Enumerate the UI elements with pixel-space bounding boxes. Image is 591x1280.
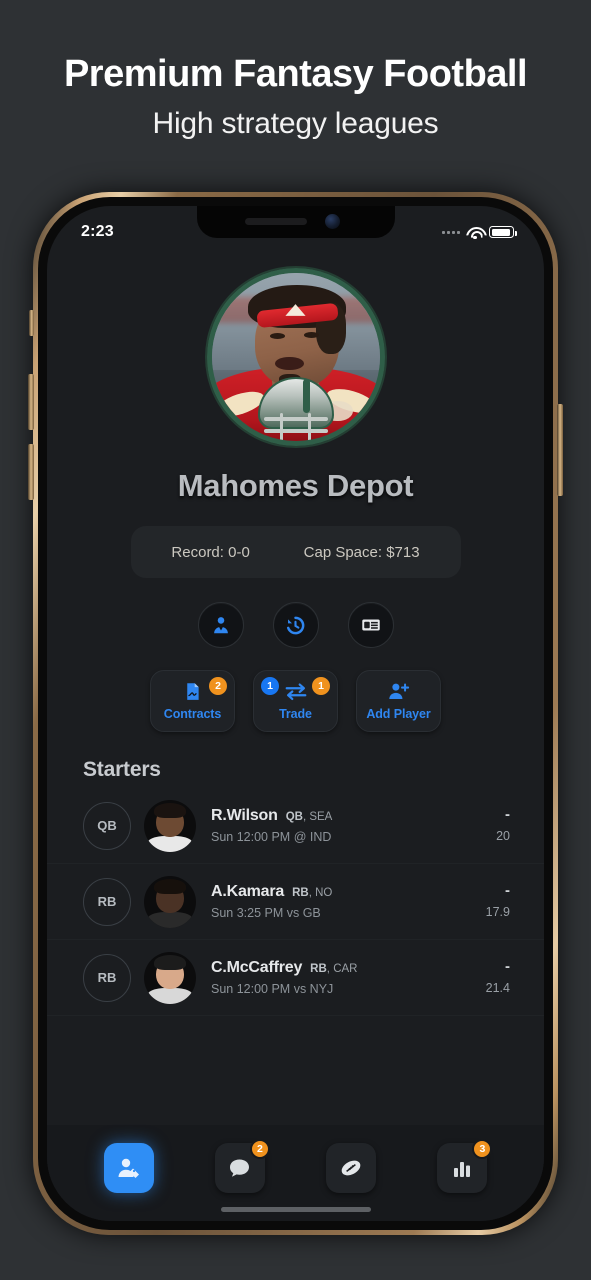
chat-badge: 2 xyxy=(249,1139,270,1159)
player-photo xyxy=(144,951,196,1004)
player-photo xyxy=(144,799,196,852)
add-player-icon xyxy=(389,683,410,699)
wifi-icon xyxy=(466,226,483,239)
promo-subtitle: High strategy leagues xyxy=(152,106,439,140)
bar-chart-icon xyxy=(454,1162,471,1177)
starters-list: QB R.Wilson QB, SEA Sun 12:00 PM @ IND -… xyxy=(47,788,544,1016)
position-badge: QB xyxy=(83,801,131,850)
player-points: - xyxy=(505,881,510,899)
player-pos-team: QB, SEA xyxy=(285,811,333,823)
trade-arrows-icon xyxy=(285,683,306,701)
avatar-container xyxy=(47,268,544,446)
contracts-button[interactable]: 2 Contracts xyxy=(150,670,235,732)
promo-title: Premium Fantasy Football xyxy=(63,53,528,95)
action-buttons-row: 2 Contracts 1 1 Trade Add Player xyxy=(47,670,544,732)
history-icon xyxy=(286,616,305,634)
battery-icon xyxy=(489,226,517,238)
team-avatar[interactable] xyxy=(206,268,385,446)
team-name: Mahomes Depot xyxy=(177,468,414,503)
power-button[interactable] xyxy=(557,404,563,496)
player-name: C.McCaffrey xyxy=(211,959,303,976)
contracts-label: Contracts xyxy=(163,707,222,721)
player-game: Sun 3:25 PM vs GB xyxy=(211,906,321,920)
stats-badge: 3 xyxy=(472,1139,493,1159)
stats-tab[interactable]: 3 xyxy=(437,1139,493,1193)
trade-button[interactable]: 1 1 Trade xyxy=(253,670,338,732)
cap-space-label: Cap Space: $713 xyxy=(303,543,420,561)
volume-down-button[interactable] xyxy=(28,444,34,500)
contract-document-icon xyxy=(187,683,199,700)
player-pos-team: RB, CAR xyxy=(310,963,358,975)
front-camera-icon xyxy=(324,214,340,229)
phone-frame: 2:23 Mahomes Depot Record: 0-0 Cap Space… xyxy=(28,192,563,1235)
trade-label: Trade xyxy=(279,707,312,721)
player-name: R.Wilson xyxy=(211,807,278,824)
manager-icon xyxy=(213,617,228,634)
player-points: - xyxy=(505,957,510,975)
status-bar-indicators xyxy=(442,226,517,239)
helmet-icon xyxy=(250,377,342,441)
position-badge: RB xyxy=(83,953,131,1002)
table-row[interactable]: RB A.Kamara RB, NO Sun 3:25 PM vs GB - 1… xyxy=(47,864,544,940)
player-info: A.Kamara RB, NO Sun 3:25 PM vs GB xyxy=(211,883,468,920)
player-info: R.Wilson QB, SEA Sun 12:00 PM @ IND xyxy=(211,807,468,844)
table-row[interactable]: QB R.Wilson QB, SEA Sun 12:00 PM @ IND -… xyxy=(47,788,544,864)
news-list-icon xyxy=(361,619,380,631)
promo-header: Premium Fantasy Football High strategy l… xyxy=(0,0,591,185)
player-info: C.McCaffrey RB, CAR Sun 12:00 PM vs NYJ xyxy=(211,959,468,996)
manager-button[interactable] xyxy=(197,602,244,648)
volume-up-button[interactable] xyxy=(28,374,34,430)
history-button[interactable] xyxy=(272,602,319,648)
trade-badge-incoming: 1 xyxy=(261,677,279,695)
earpiece-speaker xyxy=(244,218,307,225)
phone-screen: 2:23 Mahomes Depot Record: 0-0 Cap Space… xyxy=(47,206,544,1221)
player-tag-icon xyxy=(118,1158,139,1178)
chat-tab[interactable]: 2 xyxy=(214,1139,270,1193)
football-icon xyxy=(341,1160,361,1176)
league-tab[interactable] xyxy=(326,1143,377,1193)
starters-title: Starters xyxy=(83,758,161,781)
app-content: Mahomes Depot Record: 0-0 Cap Space: $71… xyxy=(47,206,544,1221)
mute-switch[interactable] xyxy=(29,310,34,336)
home-indicator[interactable] xyxy=(220,1207,371,1212)
chat-bubble-icon xyxy=(230,1159,250,1177)
trade-badge-outgoing: 1 xyxy=(312,677,330,695)
team-stats-pill: Record: 0-0 Cap Space: $713 xyxy=(130,526,461,578)
player-game: Sun 12:00 PM @ IND xyxy=(211,830,332,844)
promo-screenshot: Premium Fantasy Football High strategy l… xyxy=(0,0,591,1280)
table-row[interactable]: RB C.McCaffrey RB, CAR Sun 12:00 PM vs N… xyxy=(47,940,544,1016)
record-label: Record: 0-0 xyxy=(171,543,250,561)
signal-dots-icon xyxy=(442,230,460,234)
news-button[interactable] xyxy=(347,602,394,648)
player-projection: 17.9 xyxy=(485,905,510,920)
roster-tab[interactable] xyxy=(103,1143,154,1193)
player-game: Sun 12:00 PM vs NYJ xyxy=(211,982,334,996)
status-bar-time: 2:23 xyxy=(81,223,114,240)
add-player-button[interactable]: Add Player xyxy=(356,670,441,732)
player-score: - 17.9 xyxy=(468,881,510,920)
player-projection: 21.4 xyxy=(485,981,510,996)
player-projection: 20 xyxy=(496,829,510,844)
quick-actions-row xyxy=(47,602,544,648)
player-points: - xyxy=(505,805,510,823)
add-player-label: Add Player xyxy=(366,707,431,721)
notch xyxy=(196,206,395,238)
player-score: - 21.4 xyxy=(468,957,510,996)
player-photo xyxy=(144,875,196,928)
contracts-badge: 2 xyxy=(209,677,227,695)
position-badge: RB xyxy=(83,877,131,926)
player-pos-team: RB, NO xyxy=(292,887,333,899)
player-score: - 20 xyxy=(468,805,510,844)
player-name: A.Kamara xyxy=(211,883,285,900)
phone-bezel: 2:23 Mahomes Depot Record: 0-0 Cap Space… xyxy=(38,197,553,1230)
